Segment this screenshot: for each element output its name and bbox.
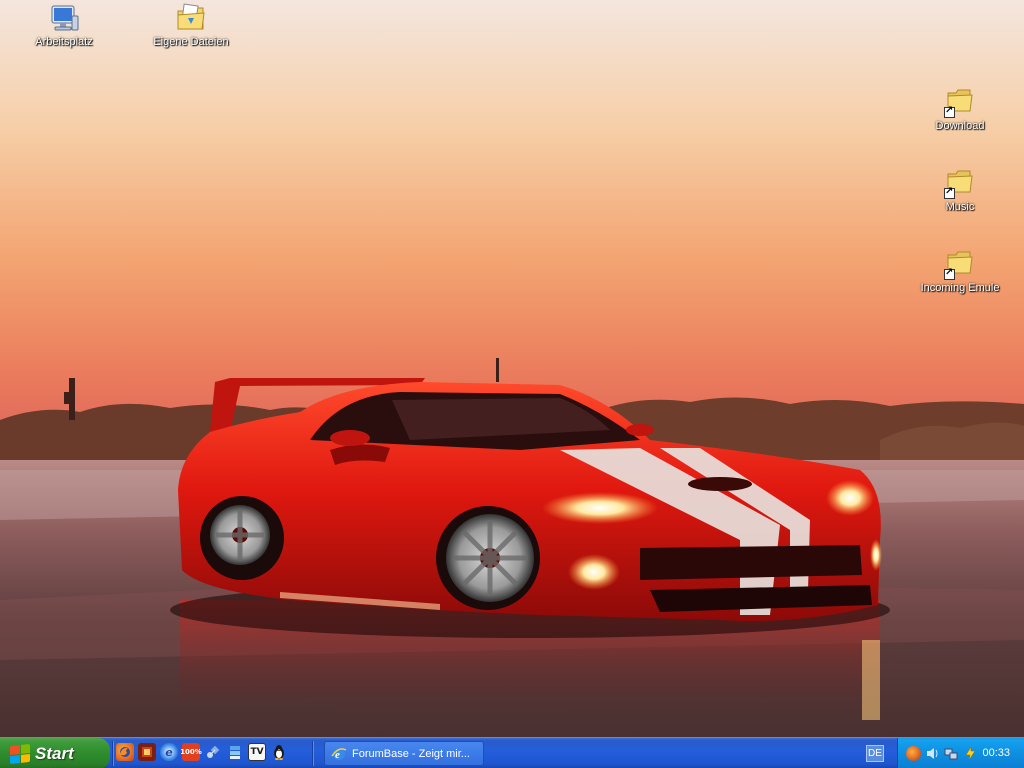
taskbar-button-forumbase[interactable]: e ForumBase - Zeigt mir... (324, 741, 484, 766)
satellite-icon[interactable] (204, 743, 222, 761)
quick-launch-bar: e 100% TV (116, 743, 288, 765)
desktop-icon-download[interactable]: Download (915, 86, 1005, 133)
language-indicator[interactable]: DE (866, 745, 884, 762)
taskbar-button-label: ForumBase - Zeigt mir... (352, 747, 470, 760)
ie-icon[interactable]: e (160, 743, 178, 761)
start-button[interactable]: Start (0, 738, 110, 768)
taskbar-separator (112, 741, 114, 766)
desktop-icon-arbeitsplatz[interactable]: Arbeitsplatz (19, 2, 109, 49)
my-documents-icon (175, 2, 207, 34)
shortcut-arrow-icon (944, 105, 955, 118)
desktop-icon-eigene-dateien[interactable]: Eigene Dateien (146, 2, 236, 49)
desktop-icon-label: Incoming Emule (920, 282, 1000, 294)
start-label: Start (35, 743, 74, 763)
tv-icon[interactable]: TV (248, 743, 266, 761)
folder-shortcut-icon (944, 167, 976, 199)
shortcut-arrow-icon (944, 186, 955, 199)
desktop-icon-label: Eigene Dateien (153, 36, 229, 48)
desktop-wallpaper (0, 0, 1024, 737)
penguin-icon[interactable] (270, 743, 288, 761)
shortcut-arrow-icon (944, 267, 955, 280)
audio-tray-icon[interactable] (925, 746, 940, 761)
folder-shortcut-icon (944, 248, 976, 280)
my-computer-icon (48, 2, 80, 34)
taskbar-separator (312, 741, 314, 766)
desktop-icon-label: Music (945, 201, 975, 213)
desktop-icon-music[interactable]: Music (915, 167, 1005, 214)
clock[interactable]: 00:33 (982, 747, 1010, 759)
system-tray: 00:33 (897, 738, 1024, 768)
firefox-tray-icon[interactable] (906, 746, 921, 761)
network-tray-icon[interactable] (944, 746, 959, 761)
percent-app-icon[interactable]: 100% (180, 743, 202, 761)
firefox-icon[interactable] (116, 743, 134, 761)
folder-shortcut-icon (944, 86, 976, 118)
desktop-icon-label: Arbeitsplatz (35, 36, 93, 48)
game-icon[interactable] (138, 743, 156, 761)
taskbar: Start e 100% TV e ForumBase - Zeigt mir.… (0, 737, 1024, 768)
ie-icon: e (331, 746, 347, 762)
desktop-icon-incoming-emule[interactable]: Incoming Emule (915, 248, 1005, 295)
desktop-icon-label: Download (935, 120, 985, 132)
windows-flag-icon (10, 743, 30, 764)
power-tray-icon[interactable] (963, 746, 978, 761)
stack-app-icon[interactable] (226, 743, 244, 761)
